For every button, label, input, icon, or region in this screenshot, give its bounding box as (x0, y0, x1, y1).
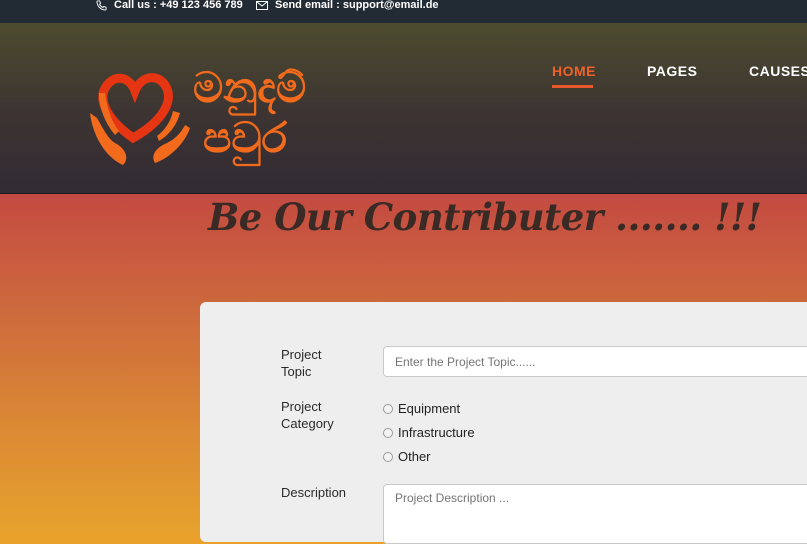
page-title: Be Our Contributer ....... !!! (208, 195, 762, 239)
description-label: Description (281, 485, 347, 500)
category-label-equipment: Equipment (398, 401, 461, 416)
project-topic-label: Project Topic (281, 347, 322, 379)
radio-other[interactable] (383, 451, 393, 462)
radio-equipment[interactable] (383, 403, 393, 414)
nav-active-indicator (552, 85, 593, 88)
phone-icon (96, 0, 107, 11)
email-info[interactable]: Send email : support@email.de (256, 0, 439, 11)
category-label-other: Other (398, 449, 431, 464)
site-header: මනුදම් පවුර HOME PAGES CAUSES (0, 23, 807, 194)
email-text[interactable]: Send email : support@email.de (275, 0, 439, 11)
category-label-infrastructure: Infrastructure (398, 425, 475, 440)
nav-pages[interactable]: PAGES (647, 63, 697, 79)
project-topic-input[interactable] (383, 346, 807, 377)
envelope-icon (256, 1, 268, 10)
radio-infrastructure[interactable] (383, 427, 393, 438)
logo-text-line2: පවුර (203, 113, 288, 162)
site-logo[interactable]: මනුදම් පවුර (85, 43, 307, 203)
call-text: Call us : +49 123 456 789 (114, 0, 243, 11)
call-info: Call us : +49 123 456 789 (96, 0, 243, 11)
description-textarea[interactable] (383, 484, 807, 544)
nav-home[interactable]: HOME (552, 63, 596, 79)
topbar: Call us : +49 123 456 789 Send email : s… (0, 0, 807, 23)
category-option-infrastructure[interactable]: Infrastructure (383, 425, 475, 440)
category-option-other[interactable]: Other (383, 449, 431, 464)
project-category-label: Project Category (281, 399, 334, 431)
nav-causes[interactable]: CAUSES (749, 63, 807, 79)
category-option-equipment[interactable]: Equipment (383, 401, 460, 416)
logo-text-line1: මනුදම් (193, 63, 307, 112)
